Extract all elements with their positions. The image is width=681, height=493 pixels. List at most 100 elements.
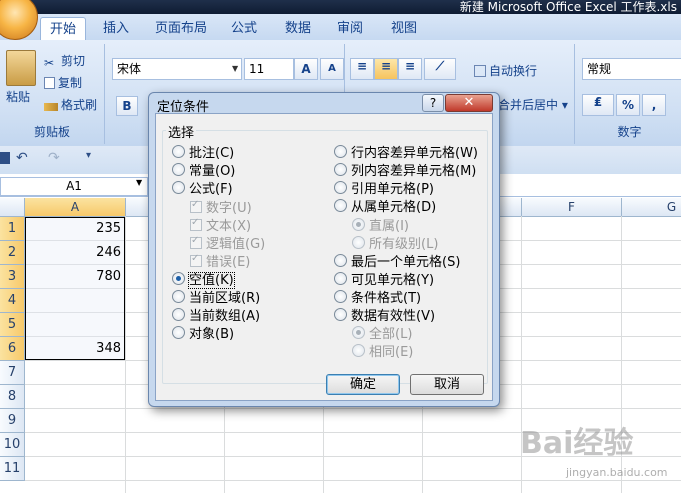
option-precedents[interactable]: 引用单元格(P) bbox=[334, 178, 434, 197]
row-header[interactable]: 6 bbox=[0, 337, 25, 361]
cell-a2[interactable]: 246 bbox=[25, 242, 125, 264]
cut-button[interactable]: ✂ 剪切 bbox=[44, 52, 85, 70]
number-group: 常规 ₤ % , 数字 bbox=[578, 44, 681, 144]
shrink-font-button[interactable]: A bbox=[320, 58, 344, 80]
ribbon-tabs: 开始 插入 页面布局 公式 数据 审阅 视图 bbox=[0, 14, 681, 41]
wrap-text-button[interactable]: 自动换行 bbox=[474, 62, 537, 79]
option-validation-same: 相同(E) bbox=[352, 341, 413, 360]
format-painter-button[interactable]: 格式刷 bbox=[44, 96, 97, 113]
name-box[interactable]: A1 bbox=[0, 177, 148, 196]
name-box-dropdown-icon[interactable]: ▼ bbox=[136, 178, 142, 187]
bold-button[interactable]: B bbox=[116, 96, 138, 116]
row-header[interactable]: 3 bbox=[0, 265, 25, 289]
radio-icon bbox=[172, 181, 185, 194]
option-column-differences[interactable]: 列内容差异单元格(M) bbox=[334, 160, 476, 179]
cell-a6[interactable]: 348 bbox=[25, 338, 125, 360]
column-header-g[interactable]: G bbox=[622, 198, 681, 217]
grid-line bbox=[25, 480, 681, 481]
row-header[interactable]: 1 bbox=[0, 217, 25, 241]
redo-icon[interactable]: ↷ bbox=[48, 150, 60, 166]
align-top-icon[interactable]: ≡ bbox=[350, 58, 374, 80]
option-objects[interactable]: 对象(B) bbox=[172, 323, 234, 342]
paste-icon[interactable] bbox=[6, 50, 36, 86]
option-current-array[interactable]: 当前数组(A) bbox=[172, 305, 260, 324]
grid-line bbox=[125, 216, 126, 493]
tab-page-layout[interactable]: 页面布局 bbox=[148, 17, 214, 40]
wrap-text-icon bbox=[474, 65, 486, 77]
row-header[interactable]: 10 bbox=[0, 433, 25, 457]
option-validation-all: 全部(L) bbox=[352, 323, 412, 342]
option-formulas[interactable]: 公式(F) bbox=[172, 178, 233, 197]
radio-selected-icon bbox=[352, 218, 365, 231]
radio-icon bbox=[172, 290, 185, 303]
option-last-cell[interactable]: 最后一个单元格(S) bbox=[334, 251, 460, 270]
save-icon[interactable] bbox=[0, 152, 10, 164]
align-middle-icon[interactable]: ≡ bbox=[374, 58, 398, 80]
radio-icon bbox=[172, 163, 185, 176]
option-comments[interactable]: 批注(C) bbox=[172, 142, 234, 161]
percent-button[interactable]: % bbox=[616, 94, 640, 116]
cell-a5[interactable] bbox=[25, 314, 125, 336]
window-title: 新建 Microsoft Office Excel 工作表.xls bbox=[459, 0, 677, 14]
row-header[interactable]: 11 bbox=[0, 457, 25, 481]
select-all-corner[interactable] bbox=[0, 198, 25, 217]
radio-icon bbox=[334, 199, 347, 212]
scissors-icon: ✂ bbox=[44, 56, 55, 70]
radio-icon bbox=[172, 326, 185, 339]
tab-formulas[interactable]: 公式 bbox=[222, 17, 266, 40]
watermark-logo: Bai经验 bbox=[520, 426, 634, 461]
font-size-select[interactable]: 11 bbox=[244, 58, 294, 80]
row-header[interactable]: 2 bbox=[0, 241, 25, 265]
row-header[interactable]: 7 bbox=[0, 361, 25, 385]
tab-insert[interactable]: 插入 bbox=[94, 17, 138, 40]
cell-a3[interactable]: 780 bbox=[25, 266, 125, 288]
row-header[interactable]: 5 bbox=[0, 313, 25, 337]
ok-button[interactable]: 确定 bbox=[326, 374, 400, 395]
undo-icon[interactable]: ↶ bbox=[16, 150, 28, 166]
tab-home[interactable]: 开始 bbox=[40, 17, 86, 41]
row-header[interactable]: 8 bbox=[0, 385, 25, 409]
tab-data[interactable]: 数据 bbox=[276, 17, 320, 40]
cancel-button[interactable]: 取消 bbox=[410, 374, 484, 395]
dialog-body: 选择 批注(C) 常量(O) 公式(F) 数字(U) 文本(X) 逻辑值(G) … bbox=[155, 113, 493, 401]
row-header[interactable]: 4 bbox=[0, 289, 25, 313]
grow-font-button[interactable]: A bbox=[294, 58, 318, 80]
option-blanks[interactable]: 空值(K) bbox=[172, 269, 235, 289]
help-button[interactable]: ? bbox=[422, 94, 444, 112]
radio-icon bbox=[334, 290, 347, 303]
copy-button[interactable]: 复制 bbox=[44, 74, 82, 91]
cell-a4[interactable] bbox=[25, 290, 125, 312]
font-name-select[interactable]: 宋体 bbox=[112, 58, 242, 80]
option-visible-cells[interactable]: 可见单元格(Y) bbox=[334, 269, 434, 288]
tab-review[interactable]: 审阅 bbox=[328, 17, 372, 40]
customize-qat-icon[interactable]: ▾ bbox=[86, 150, 91, 161]
radio-icon bbox=[334, 308, 347, 321]
option-current-region[interactable]: 当前区域(R) bbox=[172, 287, 260, 306]
orientation-icon[interactable]: ⟋ bbox=[424, 58, 456, 80]
merge-center-button[interactable]: 合并后居中 ▾ bbox=[498, 96, 568, 113]
option-text: 文本(X) bbox=[190, 215, 251, 234]
grid-line bbox=[25, 408, 681, 409]
option-dependents[interactable]: 从属单元格(D) bbox=[334, 196, 436, 215]
option-conditional-formats[interactable]: 条件格式(T) bbox=[334, 287, 421, 306]
clipboard-group-label: 剪贴板 bbox=[33, 125, 70, 139]
align-bottom-icon[interactable]: ≡ bbox=[398, 58, 422, 80]
option-data-validation[interactable]: 数据有效性(V) bbox=[334, 305, 435, 324]
option-constants[interactable]: 常量(O) bbox=[172, 160, 235, 179]
tab-view[interactable]: 视图 bbox=[382, 17, 426, 40]
option-row-differences[interactable]: 行内容差异单元格(W) bbox=[334, 142, 478, 161]
number-format-select[interactable]: 常规 bbox=[582, 58, 681, 80]
paste-button[interactable]: 粘贴 bbox=[6, 88, 30, 105]
font-name-dropdown-icon[interactable]: ▼ bbox=[232, 58, 238, 80]
row-header[interactable]: 9 bbox=[0, 409, 25, 433]
comma-button[interactable]: , bbox=[642, 94, 666, 116]
cell-a1[interactable]: 235 bbox=[25, 218, 125, 240]
radio-icon bbox=[334, 163, 347, 176]
currency-icon[interactable]: ₤ bbox=[582, 94, 614, 116]
checkbox-icon bbox=[190, 235, 202, 249]
column-header-a[interactable]: A bbox=[25, 198, 126, 217]
column-header-f[interactable]: F bbox=[522, 198, 622, 217]
close-button[interactable]: ✕ bbox=[445, 94, 493, 112]
radio-icon bbox=[334, 145, 347, 158]
option-all-levels: 所有级别(L) bbox=[352, 233, 438, 252]
